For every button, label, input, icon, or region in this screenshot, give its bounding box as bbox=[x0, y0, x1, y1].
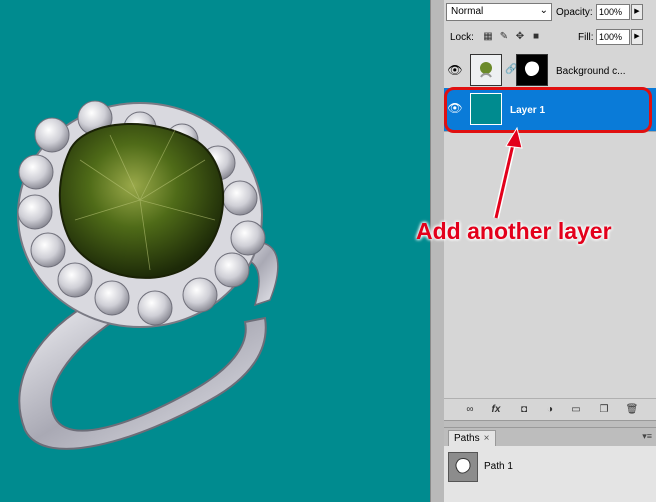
fill-slider-button[interactable]: ▶ bbox=[631, 29, 643, 45]
opacity-field[interactable]: 100% bbox=[596, 4, 630, 20]
eye-icon[interactable]: 👁 bbox=[446, 61, 464, 79]
layer-thumbnail bbox=[470, 54, 502, 86]
lock-all-icon[interactable]: ■ bbox=[530, 31, 542, 43]
opacity-slider-button[interactable]: ▶ bbox=[631, 4, 643, 20]
new-layer-icon[interactable]: ❐ bbox=[596, 402, 612, 418]
path-thumbnail bbox=[448, 452, 478, 482]
path-name: Path 1 bbox=[484, 461, 513, 472]
panel-divider bbox=[444, 420, 656, 428]
layers-toolbar: ∞ fx ◘ ◑ ▭ ❐ 🗑 bbox=[444, 398, 656, 420]
link-icon[interactable]: ∞ bbox=[462, 402, 478, 418]
highlight-outline bbox=[444, 87, 652, 133]
layers-list-empty-area bbox=[444, 133, 656, 398]
layer-name: Background c... bbox=[556, 66, 626, 77]
tab-label: Paths bbox=[454, 433, 480, 444]
chevron-down-icon: ⌄ bbox=[539, 5, 548, 16]
lock-transparent-icon[interactable]: ▦ bbox=[482, 31, 494, 43]
ring-image bbox=[17, 100, 279, 450]
annotation-text: Add another layer bbox=[416, 218, 612, 244]
lock-label: Lock: bbox=[450, 32, 474, 43]
lock-brush-icon[interactable]: ✎ bbox=[498, 31, 510, 43]
opacity-label: Opacity: bbox=[556, 7, 593, 18]
mask-icon[interactable]: ◘ bbox=[516, 402, 532, 418]
layers-panel: Normal ⌄ Opacity: 100% ▶ Lock: ▦ ✎ ✥ ■ F… bbox=[444, 0, 656, 502]
adjustment-icon[interactable]: ◑ bbox=[542, 402, 558, 418]
layer-row-background-copy[interactable]: 👁 🔗 Background c... bbox=[444, 50, 656, 92]
fill-label: Fill: bbox=[578, 32, 594, 43]
blend-mode-select[interactable]: Normal ⌄ bbox=[446, 3, 552, 21]
annotation-arrow-icon bbox=[493, 126, 523, 219]
path-row[interactable]: Path 1 bbox=[444, 450, 656, 484]
blend-mode-value: Normal bbox=[451, 6, 484, 17]
paths-list: Path 1 bbox=[444, 446, 656, 502]
group-icon[interactable]: ▭ bbox=[568, 402, 584, 418]
panel-menu-icon[interactable]: ▾≡ bbox=[642, 431, 652, 442]
fill-field[interactable]: 100% bbox=[596, 29, 630, 45]
tab-paths[interactable]: Paths × bbox=[448, 430, 496, 446]
paths-panel-header: Paths × ▾≡ bbox=[444, 428, 656, 446]
document-canvas[interactable] bbox=[0, 0, 430, 502]
panel-gutter bbox=[430, 0, 444, 502]
close-icon[interactable]: × bbox=[484, 433, 490, 444]
layer-mask-thumbnail[interactable] bbox=[516, 54, 548, 86]
trash-icon[interactable]: 🗑 bbox=[624, 402, 640, 418]
lock-move-icon[interactable]: ✥ bbox=[514, 31, 526, 43]
fx-icon[interactable]: fx bbox=[488, 402, 504, 418]
